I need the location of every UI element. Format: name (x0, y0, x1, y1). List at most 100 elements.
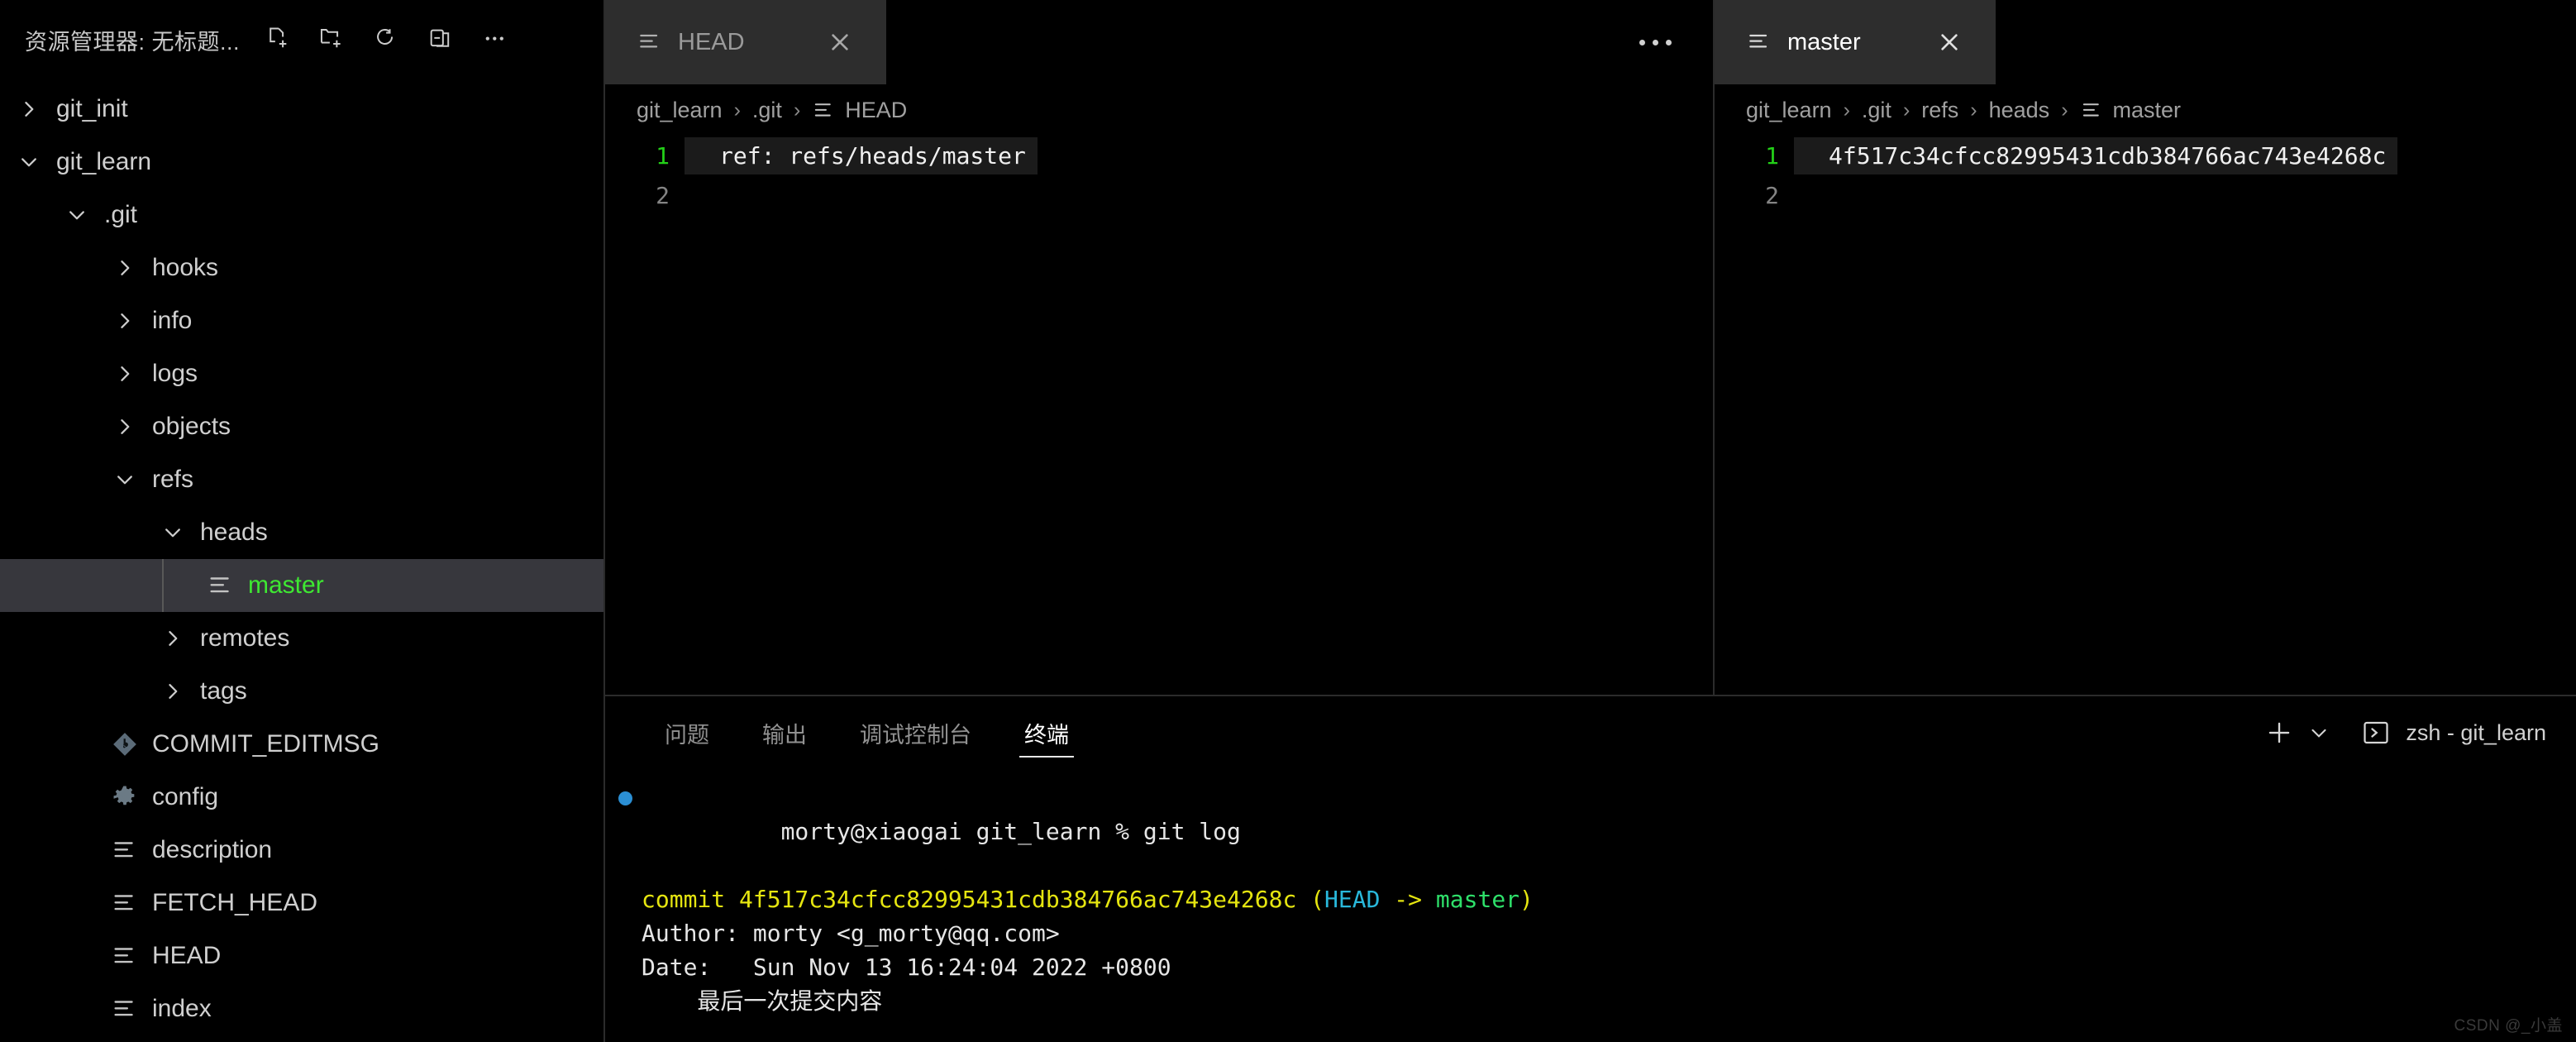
breadcrumb-segment[interactable]: .git (752, 98, 782, 123)
tree-item-label: remotes (200, 624, 290, 652)
breadcrumb-segment[interactable]: heads (1989, 98, 2050, 123)
git-icon (111, 730, 139, 758)
plus-icon[interactable] (2264, 717, 2295, 748)
collapse-all-icon[interactable] (427, 26, 455, 54)
ref-arrow-text: -> (1380, 886, 1436, 913)
breadcrumb-separator: › (1970, 98, 1977, 122)
breadcrumb-segment[interactable]: master (2113, 98, 2182, 123)
panel-tab-1[interactable]: 输出 (736, 696, 833, 769)
tree-file-row[interactable]: index (0, 982, 603, 1035)
document-icon (637, 29, 663, 55)
terminal-name[interactable]: zsh - git_learn (2406, 720, 2546, 746)
editor-group-right: master git_learn › .git › refs › heads › master … (1715, 0, 2576, 695)
panel-actions: zsh - git_learn (2264, 717, 2576, 748)
chevron-down-icon[interactable] (15, 148, 43, 176)
panel-tab-0[interactable]: 问题 (638, 696, 736, 769)
more-actions-icon[interactable] (481, 26, 509, 54)
tree-folder-row[interactable]: remotes (0, 612, 603, 665)
tree-item-label: config (152, 783, 219, 810)
tree-item-label: info (152, 307, 193, 334)
editor-tab-actions (1639, 0, 1713, 84)
document-icon (2080, 98, 2104, 122)
document-icon (1746, 29, 1772, 55)
more-actions-icon[interactable] (1639, 39, 1672, 45)
breadcrumb-separator: › (1902, 98, 1911, 122)
bottom-panel: 问题 输出 调试控制台 终端 zsh - git_learn morty@xia… (605, 695, 2576, 1040)
chevron-right-icon[interactable] (15, 95, 43, 123)
tree-folder-row[interactable]: logs (0, 347, 603, 400)
chevron-down-icon[interactable] (2306, 720, 2331, 745)
breadcrumb-left[interactable]: git_learn › .git › HEAD (605, 84, 1713, 136)
tree-folder-row[interactable]: git_learn (0, 136, 603, 189)
breadcrumb-right[interactable]: git_learn › .git › refs › heads › master (1715, 84, 2576, 136)
tab-master[interactable]: master (1715, 0, 1996, 84)
explorer-actions (263, 26, 509, 54)
tree-folder-row[interactable]: info (0, 294, 603, 347)
tree-item-label: git_learn (56, 148, 152, 175)
breadcrumb-segment[interactable]: .git (1862, 98, 1891, 123)
close-icon[interactable] (1933, 26, 1966, 59)
code-line: 2 (605, 175, 1713, 215)
terminal-author-line: Author: morty <g_morty@qq.com> (642, 920, 1060, 947)
terminal-output[interactable]: morty@xiaogai git_learn % git log commit… (605, 769, 2576, 1040)
tree-folder-row[interactable]: tags (0, 665, 603, 718)
chevron-down-icon[interactable] (159, 519, 187, 547)
ref-paren-close: ) (1519, 886, 1534, 913)
chevron-right-icon[interactable] (111, 307, 139, 335)
code-editor-right[interactable]: 1 4f517c34cfcc82995431cdb384766ac743e4268… (1715, 136, 2576, 695)
chevron-right-icon[interactable] (111, 360, 139, 388)
new-file-icon[interactable] (263, 26, 291, 54)
terminal-prompt: morty@xiaogai git_learn % git log (780, 818, 1241, 845)
chevron-right-icon[interactable] (159, 624, 187, 652)
panel-tab-3[interactable]: 终端 (998, 696, 1095, 769)
tabbar-left: HEAD (605, 0, 1713, 84)
ref-paren-open: ( (1310, 886, 1325, 913)
tree-folder-row[interactable]: refs (0, 453, 603, 506)
tree-folder-row[interactable]: git_init (0, 83, 603, 136)
line-number: 2 (656, 181, 670, 209)
tree-item-label: .git (104, 201, 138, 228)
breadcrumb-segment[interactable]: git_learn (1746, 98, 1832, 123)
code-line: 1 ref: refs/heads/master (605, 136, 1713, 175)
tree-file-row[interactable]: master (0, 559, 603, 612)
tree-folder-row[interactable]: .git (0, 189, 603, 241)
new-folder-icon[interactable] (317, 26, 346, 54)
chevron-right-icon[interactable] (159, 677, 187, 705)
tree-folder-row[interactable]: heads (0, 506, 603, 559)
tree-file-row[interactable]: FETCH_HEAD (0, 877, 603, 930)
explorer-header: 资源管理器: 无标题... (0, 0, 603, 79)
tree-file-row[interactable]: ORIG_HEAD (0, 1035, 603, 1042)
ref-branch-text: master (1435, 886, 1520, 913)
breadcrumb-segment[interactable]: HEAD (845, 98, 907, 123)
explorer-title: 资源管理器: 无标题... (25, 29, 241, 55)
panel-tab-2[interactable]: 调试控制台 (833, 696, 998, 769)
vscode-window: 资源管理器: 无标题... git_init git_learn .git ho… (0, 0, 2576, 1042)
close-icon[interactable] (823, 26, 856, 59)
document-icon (812, 98, 836, 122)
chevron-down-icon[interactable] (111, 466, 139, 494)
terminal-icon[interactable] (2361, 718, 2391, 748)
commit-hash-text: commit 4f517c34cfcc82995431cdb384766ac74… (642, 886, 1311, 913)
tree-item-label: logs (152, 360, 198, 387)
tree-file-row[interactable]: HEAD (0, 930, 603, 982)
panel-tabs: 问题 输出 调试控制台 终端 (638, 696, 1095, 769)
chevron-right-icon[interactable] (111, 254, 139, 282)
tree-folder-row[interactable]: hooks (0, 241, 603, 294)
refresh-icon[interactable] (372, 26, 400, 54)
code-editor-left[interactable]: 1 ref: refs/heads/master 2 (605, 136, 1713, 695)
chevron-down-icon[interactable] (63, 201, 91, 229)
breadcrumb-segment[interactable]: refs (1921, 98, 1958, 123)
chevron-right-icon[interactable] (111, 413, 139, 441)
breadcrumb-segment[interactable]: git_learn (637, 98, 723, 123)
line-number: 1 (1765, 141, 1779, 170)
tab-head[interactable]: HEAD (605, 0, 886, 84)
tree-file-row[interactable]: COMMIT_EDITMSG (0, 718, 603, 771)
tree-item-label: objects (152, 413, 231, 440)
tree-file-row[interactable]: config (0, 771, 603, 824)
tree-file-row[interactable]: description (0, 824, 603, 877)
tree-item-label: COMMIT_EDITMSG (152, 730, 379, 758)
document-icon (111, 942, 139, 970)
document-icon (111, 995, 139, 1023)
tree-folder-row[interactable]: objects (0, 400, 603, 453)
